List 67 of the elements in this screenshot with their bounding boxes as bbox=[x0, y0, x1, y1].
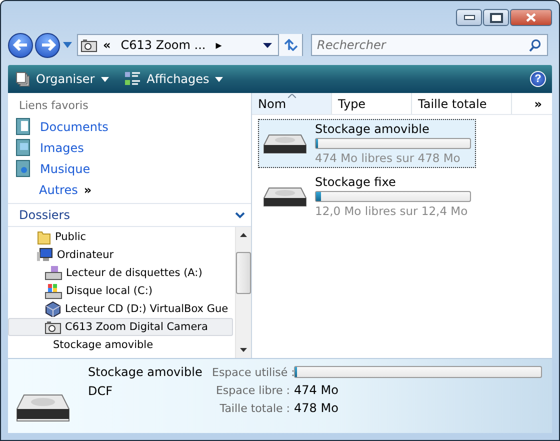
drive-name: Stockage amovible bbox=[315, 122, 430, 136]
views-icon bbox=[124, 72, 141, 86]
scroll-up-icon[interactable] bbox=[240, 233, 247, 237]
field-label: Taille totale : bbox=[218, 402, 290, 414]
cube-icon bbox=[45, 301, 61, 317]
chevron-down-icon bbox=[235, 212, 245, 218]
pages-icon bbox=[16, 72, 30, 86]
floppy-drive-icon bbox=[45, 266, 62, 280]
breadcrumb-arrow[interactable]: ▸ bbox=[216, 38, 222, 52]
scrollbar[interactable] bbox=[235, 227, 251, 358]
field-label: Espace libre : bbox=[214, 384, 290, 396]
tree-item[interactable]: Disque local (C:) bbox=[8, 282, 233, 300]
folder-icon bbox=[37, 230, 51, 244]
field-value: 474 Mo bbox=[294, 383, 338, 397]
tree-item[interactable]: Public bbox=[8, 228, 233, 246]
library-icon bbox=[16, 160, 30, 177]
tree-item[interactable]: Ordinateur bbox=[8, 246, 233, 264]
caret-icon bbox=[100, 76, 109, 82]
more-columns-button[interactable]: » bbox=[512, 93, 548, 114]
views-button[interactable]: Affichages bbox=[122, 70, 226, 88]
camera-icon bbox=[81, 38, 97, 52]
maximize-button[interactable] bbox=[483, 9, 509, 26]
refresh-icon bbox=[284, 39, 298, 51]
favorite-link[interactable]: Documents bbox=[8, 116, 251, 137]
disk-drive-icon bbox=[45, 284, 62, 298]
drive-tile[interactable]: Stockage fixe 12,0 Mo libres sur 12,4 Mo bbox=[258, 172, 476, 221]
history-dropdown-icon[interactable] bbox=[63, 42, 72, 48]
camera-icon bbox=[45, 320, 61, 334]
scroll-down-icon[interactable] bbox=[240, 348, 247, 352]
column-header[interactable]: Taille totale bbox=[412, 93, 512, 114]
section-title: Liens favoris bbox=[18, 98, 90, 114]
tree-item[interactable]: Stockage amovible bbox=[8, 336, 233, 354]
drive-name: Stockage fixe bbox=[315, 175, 397, 189]
help-button[interactable]: ? bbox=[530, 71, 546, 87]
forward-button[interactable] bbox=[35, 32, 60, 58]
breadcrumb-overflow-button[interactable]: « bbox=[103, 38, 111, 52]
breadcrumb-location[interactable]: C613 Zoom ... bbox=[120, 38, 206, 52]
back-button[interactable] bbox=[8, 32, 33, 58]
search-field[interactable]: Rechercher bbox=[311, 34, 548, 56]
field-value: 478 Mo bbox=[294, 401, 338, 415]
more-links-link[interactable]: Autres » bbox=[8, 179, 251, 200]
favorite-link[interactable]: Images bbox=[8, 137, 251, 158]
refresh-button[interactable] bbox=[278, 34, 302, 56]
close-icon bbox=[526, 13, 536, 22]
library-icon bbox=[16, 139, 30, 156]
caret-icon bbox=[215, 76, 224, 82]
tree-item[interactable]: C613 Zoom Digital Camera bbox=[8, 318, 233, 336]
column-header[interactable]: Type bbox=[332, 93, 412, 114]
tree-item[interactable]: Lecteur de disquettes (A:) bbox=[8, 264, 233, 282]
search-icon bbox=[529, 39, 541, 52]
column-header[interactable]: Nom bbox=[252, 93, 332, 114]
arrow-left-icon bbox=[12, 36, 30, 54]
close-button[interactable] bbox=[510, 9, 552, 26]
drive-tile[interactable]: Stockage amovible 474 Mo libres sur 478 Mo bbox=[258, 119, 476, 168]
library-icon bbox=[16, 118, 30, 135]
folders-header[interactable]: Dossiers bbox=[8, 203, 251, 227]
tree-item[interactable]: Lecteur CD (D:) VirtualBox Gue bbox=[8, 300, 233, 318]
computer-icon bbox=[37, 248, 53, 262]
free-space-text: 12,0 Mo libres sur 12,4 Mo bbox=[315, 204, 469, 218]
organize-button[interactable]: Organiser bbox=[14, 70, 111, 88]
file-system-text: DCF bbox=[88, 384, 114, 398]
favorite-link[interactable]: Musique bbox=[8, 158, 251, 179]
dropdown-icon[interactable] bbox=[263, 42, 272, 48]
address-bar[interactable]: « C613 Zoom ... ▸ bbox=[77, 34, 303, 56]
minimize-button[interactable] bbox=[456, 9, 482, 26]
free-space-text: 474 Mo libres sur 478 Mo bbox=[315, 151, 462, 165]
drive-name: Stockage amovible bbox=[88, 365, 204, 379]
